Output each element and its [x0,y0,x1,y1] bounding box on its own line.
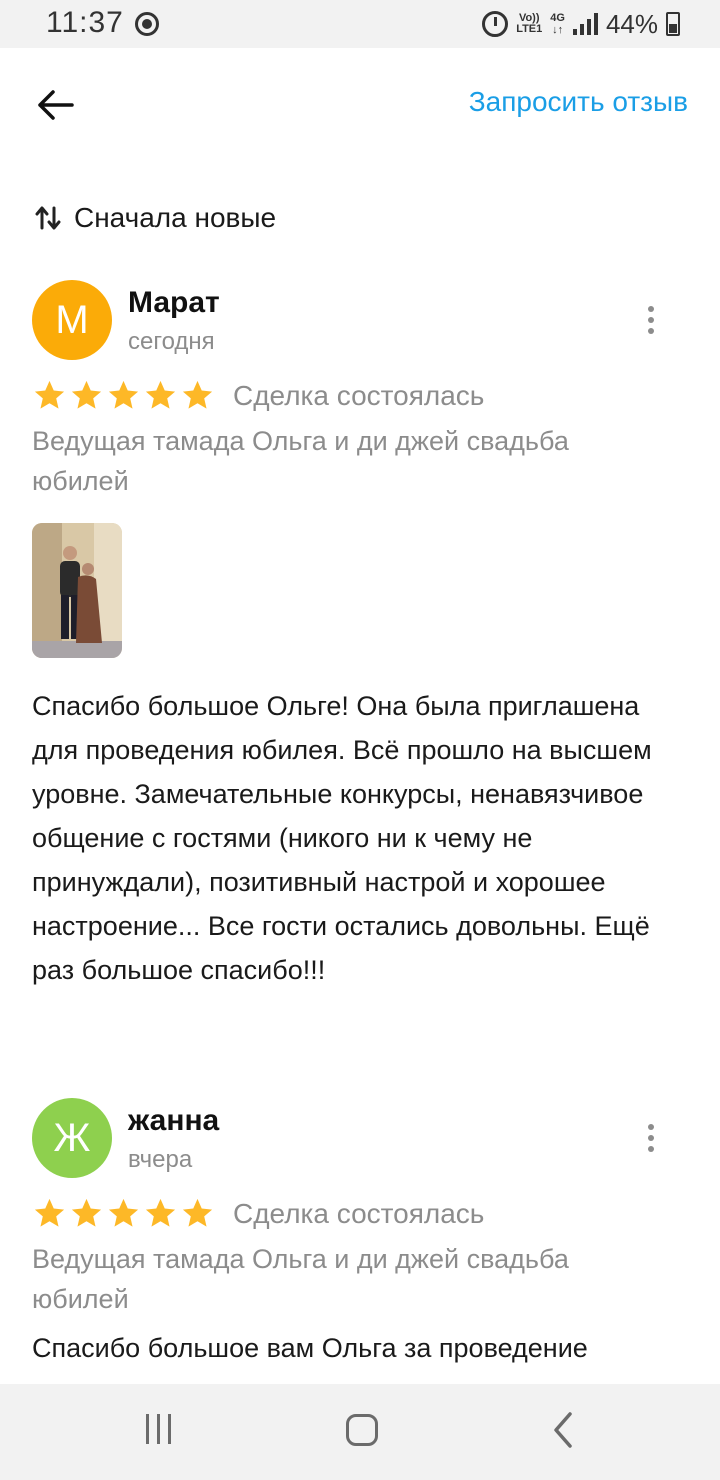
star-icon [145,380,176,409]
more-options-button[interactable] [636,300,666,340]
review-text: Спасибо большое вам Ольга за проведение [32,1333,588,1363]
chevron-left-icon [554,1412,572,1448]
more-vert-icon [648,1124,654,1130]
deal-status: Сделка состоялась [233,379,485,411]
arrow-left-icon [38,90,74,120]
alarm-icon [482,11,509,37]
star-icon [145,1198,176,1227]
star-icon [182,1198,213,1227]
battery-percent: 44% [605,8,658,39]
star-icon [71,1198,102,1227]
star-rating [32,1196,215,1231]
review-author[interactable]: жанна [128,1104,219,1138]
sort-label: Сначала новые [74,202,277,233]
volte-bottom-label: LTE1 [516,23,543,35]
review-date: сегодня [128,328,215,355]
star-icon [71,380,102,409]
review-service[interactable]: Ведущая тамада Ольга и ди джей свадьба ю… [32,1239,672,1319]
request-review-link[interactable]: Запросить отзыв [469,86,688,118]
status-time: 11:37 [46,6,124,39]
system-back-button[interactable] [550,1410,576,1455]
rating-row: Сделка состоялась [32,378,484,413]
system-nav-bar [0,1384,720,1480]
network-indicator: 4G ↓↑ [550,12,565,36]
network-label: 4G [550,12,565,24]
review-service[interactable]: Ведущая тамада Ольга и ди джей свадьба ю… [32,421,672,501]
star-icon [34,380,65,409]
screen-record-icon [135,12,159,36]
signal-icon [572,13,598,35]
star-icon [108,1198,139,1227]
sort-selector[interactable]: Сначала новые [34,202,276,234]
more-vert-icon [648,306,654,312]
avatar[interactable]: Ж [32,1098,112,1178]
review-text: Спасибо большое Ольге! Она была приглаше… [32,691,652,985]
rating-row: Сделка состоялась [32,1196,484,1231]
sort-icon [35,206,61,230]
deal-status: Сделка состоялась [233,1197,485,1229]
review-date: вчера [128,1146,193,1173]
avatar[interactable]: М [32,280,112,360]
data-arrows-icon: ↓↑ [552,24,564,36]
star-rating [32,378,215,413]
home-button[interactable] [346,1414,378,1446]
photo-thumbnail [32,523,122,658]
status-icons: Vo)) LTE1 4G ↓↑ 44% [482,6,680,42]
more-options-button[interactable] [636,1118,666,1158]
recent-apps-button[interactable] [146,1414,171,1444]
back-button[interactable] [30,80,80,130]
star-icon [108,380,139,409]
review-author[interactable]: Марат [128,286,220,320]
battery-icon [666,12,680,36]
review-photo[interactable] [32,523,122,658]
star-icon [34,1198,65,1227]
status-bar: 11:37 Vo)) LTE1 4G ↓↑ 44% [0,0,720,48]
star-icon [182,380,213,409]
volte-indicator: Vo)) LTE1 [516,13,542,35]
